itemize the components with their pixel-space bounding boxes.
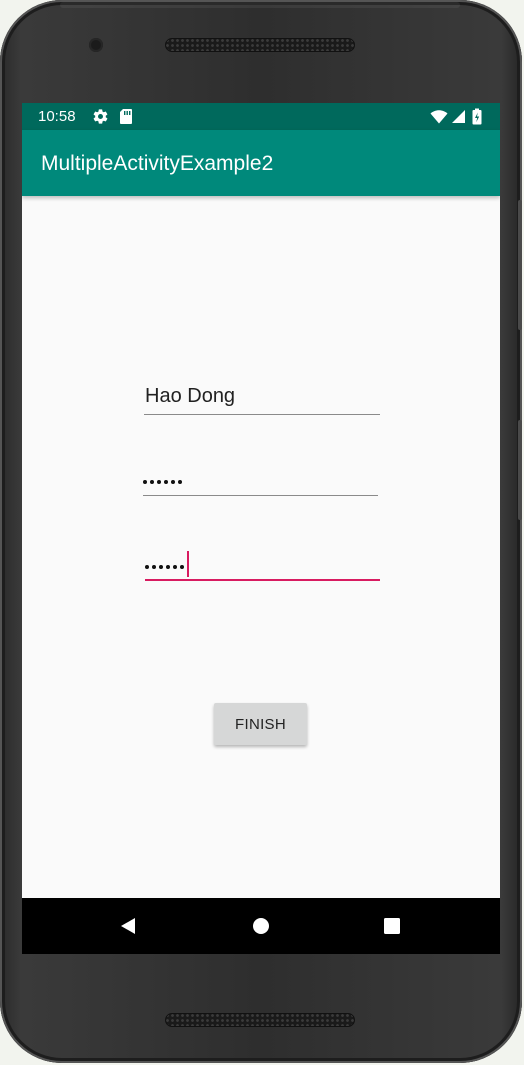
name-field-underline — [144, 414, 380, 415]
nav-back-button[interactable] — [100, 898, 156, 954]
confirm-password-dot — [152, 565, 156, 569]
recents-icon — [384, 918, 400, 934]
finish-button[interactable]: FINISH — [214, 703, 307, 745]
confirm-password-field-underline — [145, 579, 380, 581]
app-bar: MultipleActivityExample2 — [22, 130, 500, 196]
confirm-password-dot — [173, 565, 177, 569]
screen: 10:58 MultipleActivityExample2 Hao Dong … — [22, 103, 500, 954]
nav-recents-button[interactable] — [364, 898, 420, 954]
confirm-password-dot — [145, 565, 149, 569]
bottom-speaker — [165, 1013, 355, 1027]
sd-card-icon — [120, 109, 132, 124]
frame-highlight — [60, 2, 460, 8]
battery-icon — [472, 108, 482, 125]
name-field-value: Hao Dong — [145, 385, 236, 407]
status-time: 10:58 — [38, 108, 76, 125]
back-icon — [121, 918, 135, 934]
cellular-signal-icon — [452, 110, 465, 123]
front-camera — [89, 38, 103, 52]
password-dot — [157, 480, 161, 484]
password-field-underline — [143, 495, 378, 496]
phone-frame: 10:58 MultipleActivityExample2 Hao Dong … — [0, 0, 522, 1063]
app-title: MultipleActivityExample2 — [41, 152, 274, 175]
password-dot — [150, 480, 154, 484]
confirm-password-field[interactable] — [145, 541, 380, 581]
password-field[interactable] — [143, 456, 378, 496]
earpiece-speaker — [165, 38, 355, 52]
volume-button — [518, 420, 522, 520]
password-dot — [143, 480, 147, 484]
home-icon — [253, 918, 269, 934]
settings-gear-icon — [93, 109, 108, 124]
password-dot — [178, 480, 182, 484]
nav-home-button[interactable] — [233, 898, 289, 954]
password-dots — [143, 478, 182, 486]
confirm-password-dot — [180, 565, 184, 569]
navigation-bar — [22, 898, 500, 954]
text-cursor — [187, 551, 189, 577]
password-dot — [164, 480, 168, 484]
confirm-password-dot — [159, 565, 163, 569]
wifi-icon — [430, 110, 448, 124]
name-field[interactable]: Hao Dong — [144, 375, 380, 415]
power-button — [518, 200, 522, 330]
password-dot — [171, 480, 175, 484]
confirm-password-dot — [166, 565, 170, 569]
confirm-password-dots — [145, 563, 184, 571]
status-bar: 10:58 — [22, 103, 500, 130]
